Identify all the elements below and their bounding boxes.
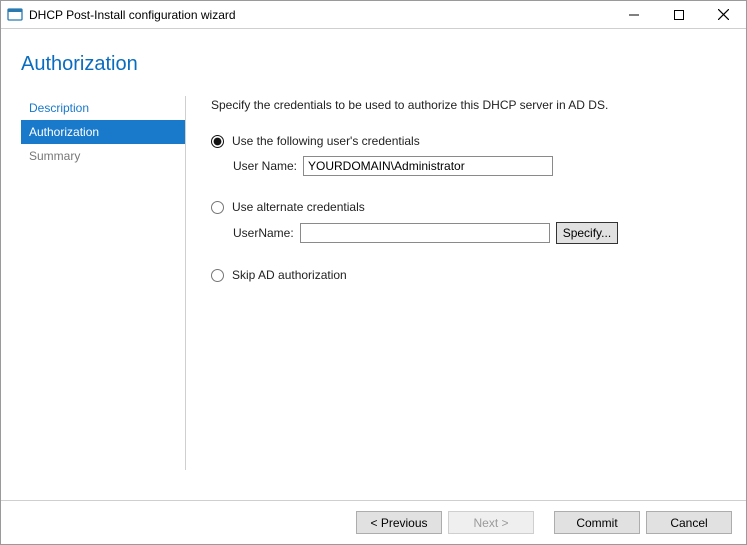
sidebar-item-label: Summary xyxy=(29,149,80,163)
current-credentials-row: User Name: xyxy=(233,156,722,176)
username-field-alternate[interactable] xyxy=(300,223,550,243)
username-field-current[interactable] xyxy=(303,156,553,176)
sidebar: Description Authorization Summary xyxy=(21,96,186,470)
app-icon xyxy=(7,7,23,23)
cancel-button[interactable]: Cancel xyxy=(646,511,732,534)
option-label: Skip AD authorization xyxy=(232,268,347,282)
sidebar-item-authorization[interactable]: Authorization xyxy=(21,120,185,144)
username-label-alt: UserName: xyxy=(233,226,294,240)
page-title: Authorization xyxy=(21,53,746,76)
radio-skip-authorization[interactable] xyxy=(211,269,224,282)
content-panel: Specify the credentials to be used to au… xyxy=(186,96,722,470)
username-label: User Name: xyxy=(233,159,297,173)
alternate-credentials-row: UserName: Specify... xyxy=(233,222,722,244)
close-button[interactable] xyxy=(701,1,746,28)
sidebar-item-summary: Summary xyxy=(21,144,185,168)
window-controls xyxy=(611,1,746,28)
intro-text: Specify the credentials to be used to au… xyxy=(211,98,722,112)
option-label: Use the following user's credentials xyxy=(232,134,420,148)
radio-current-credentials[interactable] xyxy=(211,135,224,148)
option-current-credentials[interactable]: Use the following user's credentials xyxy=(211,134,722,148)
sidebar-item-label: Authorization xyxy=(29,125,99,139)
wizard-footer: < Previous Next > Commit Cancel xyxy=(1,500,746,544)
next-button: Next > xyxy=(448,511,534,534)
minimize-button[interactable] xyxy=(611,1,656,28)
option-label: Use alternate credentials xyxy=(232,200,365,214)
wizard-window: DHCP Post-Install configuration wizard A… xyxy=(0,0,747,545)
page-header: Authorization xyxy=(1,29,746,76)
specify-button[interactable]: Specify... xyxy=(556,222,618,244)
wizard-body: Description Authorization Summary Specif… xyxy=(1,76,746,470)
option-skip-authorization[interactable]: Skip AD authorization xyxy=(211,268,722,282)
commit-button[interactable]: Commit xyxy=(554,511,640,534)
radio-alternate-credentials[interactable] xyxy=(211,201,224,214)
window-title: DHCP Post-Install configuration wizard xyxy=(29,8,611,22)
previous-button[interactable]: < Previous xyxy=(356,511,442,534)
titlebar: DHCP Post-Install configuration wizard xyxy=(1,1,746,29)
maximize-button[interactable] xyxy=(656,1,701,28)
option-alternate-credentials[interactable]: Use alternate credentials xyxy=(211,200,722,214)
sidebar-item-description[interactable]: Description xyxy=(21,96,185,120)
sidebar-item-label: Description xyxy=(29,101,89,115)
